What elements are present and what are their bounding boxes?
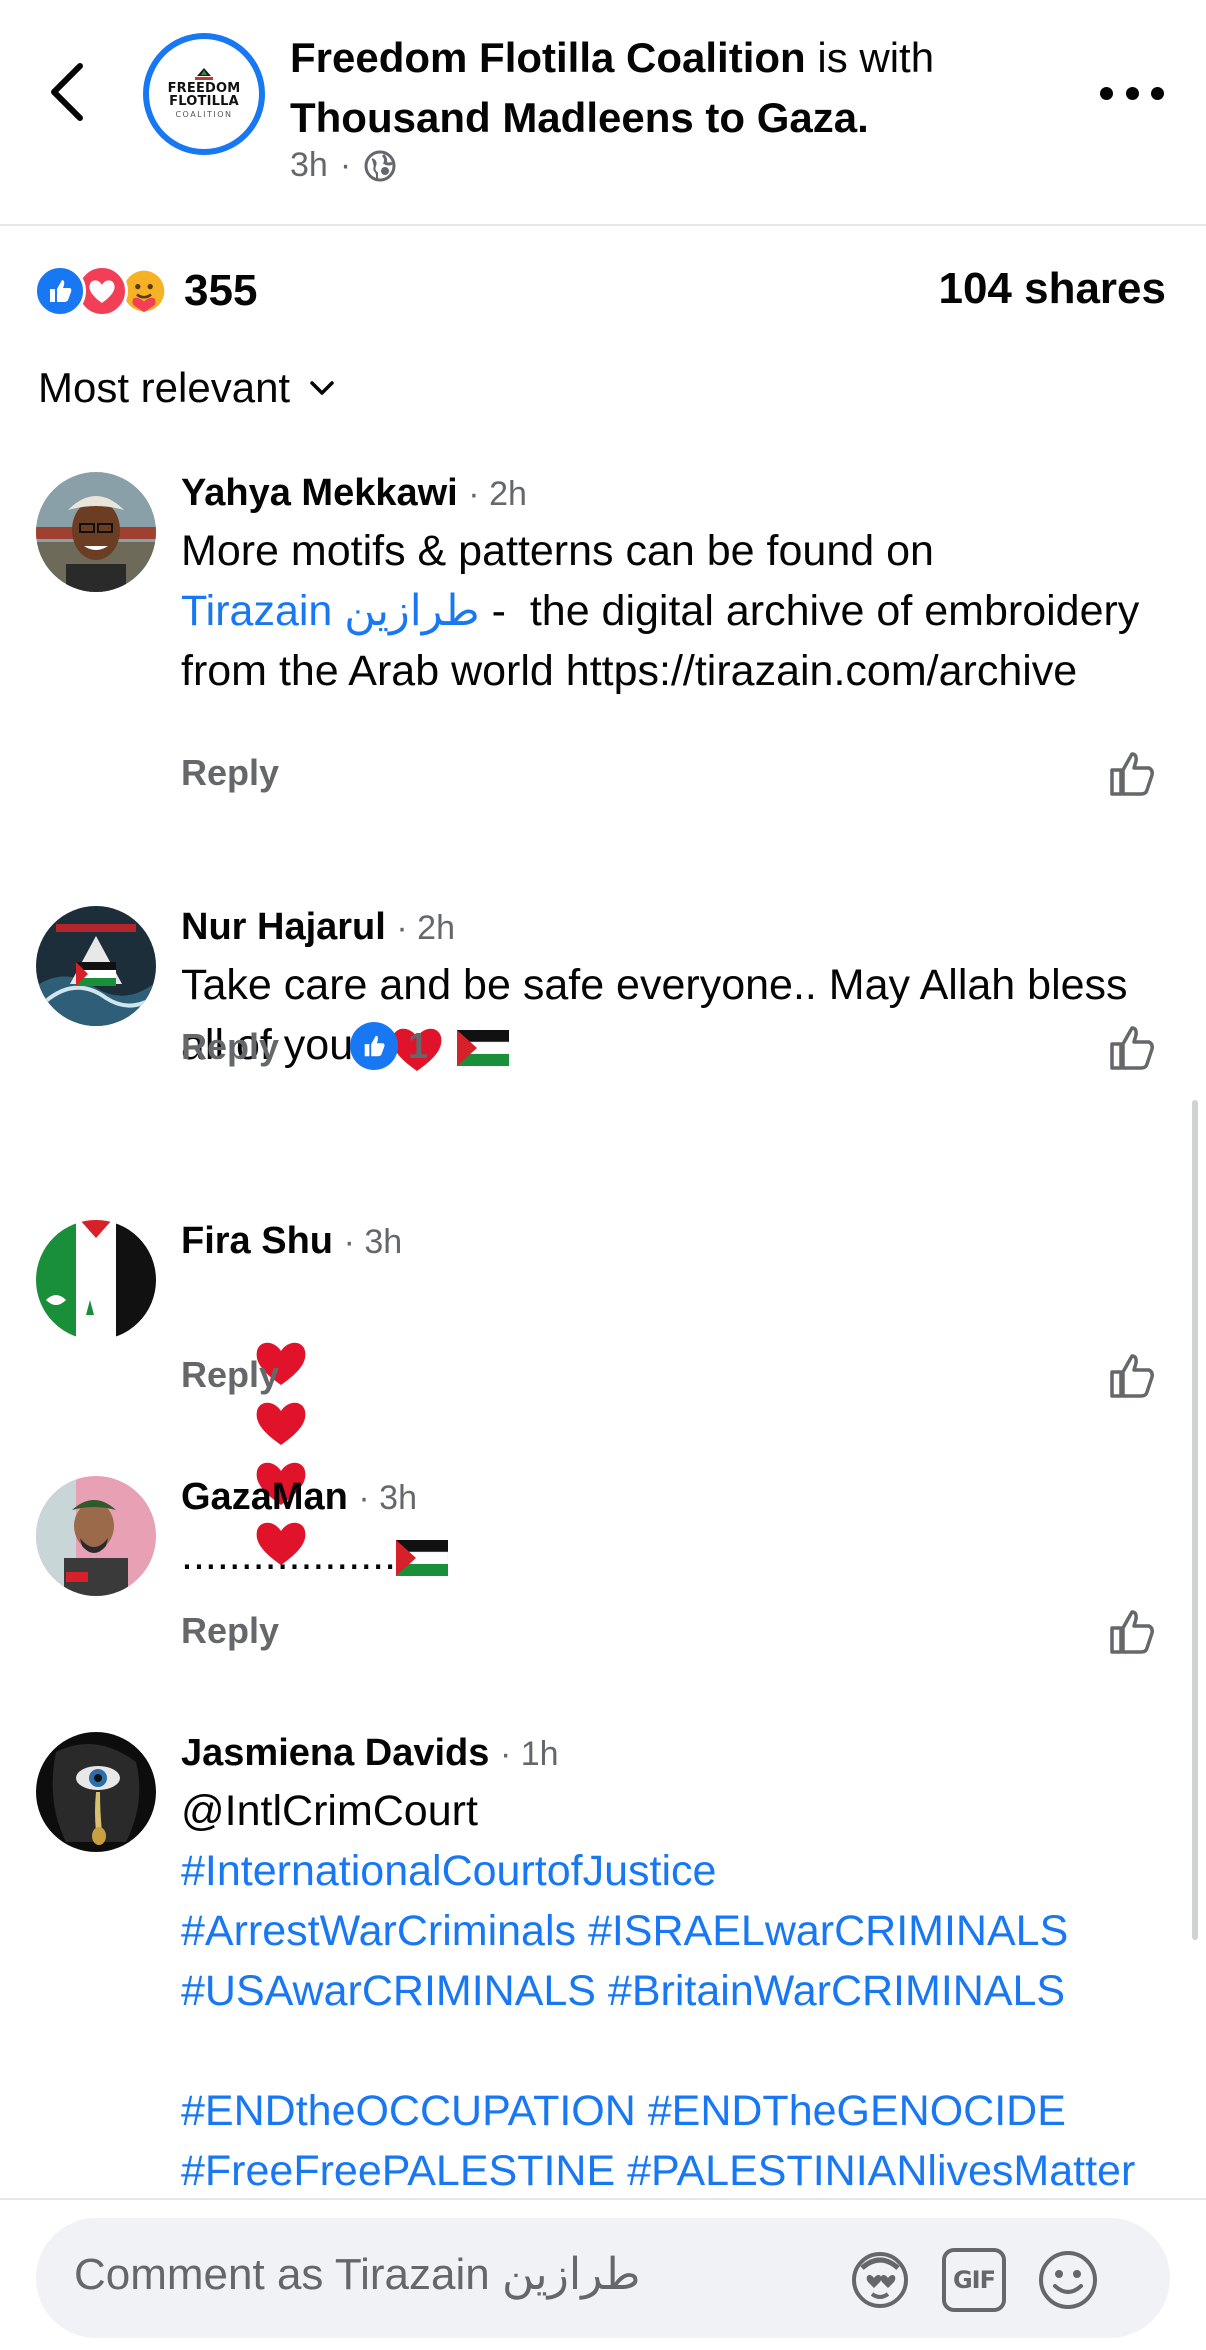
like-reaction-icon [350,1022,398,1070]
gif-icon[interactable]: GIF [942,2248,1006,2312]
more-options-button[interactable] [1100,78,1164,108]
commenter-name[interactable]: GazaMan [181,1476,348,1518]
dot-icon [1100,86,1113,100]
comment-like-count[interactable]: 1 [350,1022,428,1070]
globe-icon [364,150,396,181]
comment-body: Yahya Mekkawi · 2h More motifs & pattern… [181,470,1181,701]
dot-icon [1151,86,1164,100]
post-time[interactable]: 3h [290,146,328,185]
comment-text: .................. [181,1525,1181,1585]
commenter-avatar[interactable] [36,1220,156,1340]
hashtag-link[interactable]: #FreeFreePALESTINE #PALESTINIANlivesMatt… [181,2147,1135,2195]
comment-body: Nur Hajarul · 2h Take care and be safe e… [181,904,1181,1075]
comment-text [181,1269,1181,1565]
comment-text-content: .................. [181,1531,397,1579]
comment-time[interactable]: · 3h [344,1223,403,1261]
post-header: FREEDOM FLOTILLA COALITION Freedom Floti… [0,0,1206,226]
commenter-avatar[interactable] [36,1476,156,1596]
mention-link[interactable]: Tirazain طرازين [181,587,480,635]
like-count-value: 1 [408,1025,429,1066]
dot-icon [1125,86,1139,100]
comment-time[interactable]: · 2h [468,475,527,513]
comment-text: @IntlCrimCourt #InternationalCourtofJusti… [181,1781,1181,2201]
comment-body: Jasmiena Davids · 1h @IntlCrimCourt #Inte… [181,1730,1181,2201]
reply-button[interactable]: Reply [181,1026,279,1068]
hashtag-link[interactable]: #USAwarCRIMINALS #BritainWarCRIMINALS [181,1967,1065,2015]
sort-label: Most relevant [38,364,291,411]
comment-header: GazaMan · 3h [181,1474,1181,1521]
comment-header: Fira Shu · 3h [181,1218,1181,1265]
chevron-down-icon [310,381,334,395]
post-title: Freedom Flotilla Coalition is with Thous… [290,28,1090,148]
avatar-sticker-icon[interactable] [848,2248,912,2312]
back-arrow-icon[interactable] [46,60,90,124]
comment-body: GazaMan · 3h .................. [181,1474,1181,1585]
logo-text-line2: FLOTILLA [169,93,239,109]
comment-header: Yahya Mekkawi · 2h [181,470,1181,517]
reply-button[interactable]: Reply [181,1610,279,1652]
like-reaction-icon [34,265,86,317]
logo-text-line3: COALITION [175,109,233,119]
comment-header: Jasmiena Davids · 1h [181,1730,1181,1777]
like-icon[interactable] [1106,1350,1158,1402]
comment-input[interactable] [74,2250,834,2300]
palestine-flag-emoji-icon [456,1029,509,1066]
like-icon[interactable] [1106,1022,1158,1074]
hashtag-link[interactable]: #ArrestWarCriminals #ISRAELwarCRIMINALS [181,1907,1068,1955]
like-icon[interactable] [1106,748,1158,800]
commenter-name[interactable]: Jasmiena Davids [181,1732,489,1774]
comment-header: Nur Hajarul · 2h [181,904,1181,951]
tagged-page[interactable]: Thousand Madleens to Gaza. [290,94,869,141]
comment-composer[interactable]: GIF [36,2218,1170,2338]
reaction-count[interactable]: 355 [184,266,257,316]
share-count[interactable]: 104 shares [938,264,1166,314]
comment-sort-dropdown[interactable]: Most relevant [38,364,336,412]
commenter-name[interactable]: Fira Shu [181,1220,333,1262]
like-icon[interactable] [1106,1606,1158,1658]
mention-text[interactable]: @IntlCrimCourt [181,1787,478,1835]
reaction-summary[interactable]: 355 [34,262,257,320]
boat-logo-icon [195,67,213,80]
commenter-avatar[interactable] [36,906,156,1026]
comment-time[interactable]: · 1h [500,1735,559,1773]
palestine-flag-emoji-icon [395,1539,449,1576]
comment-text-pre: More motifs & patterns can be found on [181,527,934,575]
comment-text-content: Take care and be safe everyone.. May All… [181,961,1140,1069]
red-heart-emoji-icon [256,1402,306,1445]
comment-text: Take care and be safe everyone.. May All… [181,955,1181,1075]
gif-label: GIF [952,2266,996,2294]
reply-button[interactable]: Reply [181,752,279,794]
emoji-icon[interactable] [1036,2248,1100,2312]
commenter-name[interactable]: Nur Hajarul [181,906,386,948]
commenter-avatar[interactable] [36,1732,156,1852]
comment-composer-bar: GIF [0,2198,1206,2350]
comment-time[interactable]: · 3h [358,1479,417,1517]
logo-text-line1: FREEDOM [167,80,241,96]
with-text: is with [817,34,935,81]
comment-time[interactable]: · 2h [396,909,455,947]
comment-body: Fira Shu · 3h [181,1218,1181,1565]
reply-button[interactable]: Reply [181,1354,279,1396]
hashtag-link[interactable]: #ENDtheOCCUPATION #ENDTheGENOCIDE [181,2087,1066,2135]
author-name[interactable]: Freedom Flotilla Coalition [290,34,806,81]
meta-separator: · [339,146,352,184]
scrollbar[interactable] [1192,1100,1198,1940]
post-meta: 3h · [290,146,397,185]
hashtag-link[interactable]: #InternationalCourtofJustice [181,1847,716,1895]
comment-text: More motifs & patterns can be found on Ti… [181,521,1181,701]
commenter-avatar[interactable] [36,472,156,592]
page-avatar[interactable]: FREEDOM FLOTILLA COALITION [143,33,265,155]
commenter-name[interactable]: Yahya Mekkawi [181,472,458,514]
